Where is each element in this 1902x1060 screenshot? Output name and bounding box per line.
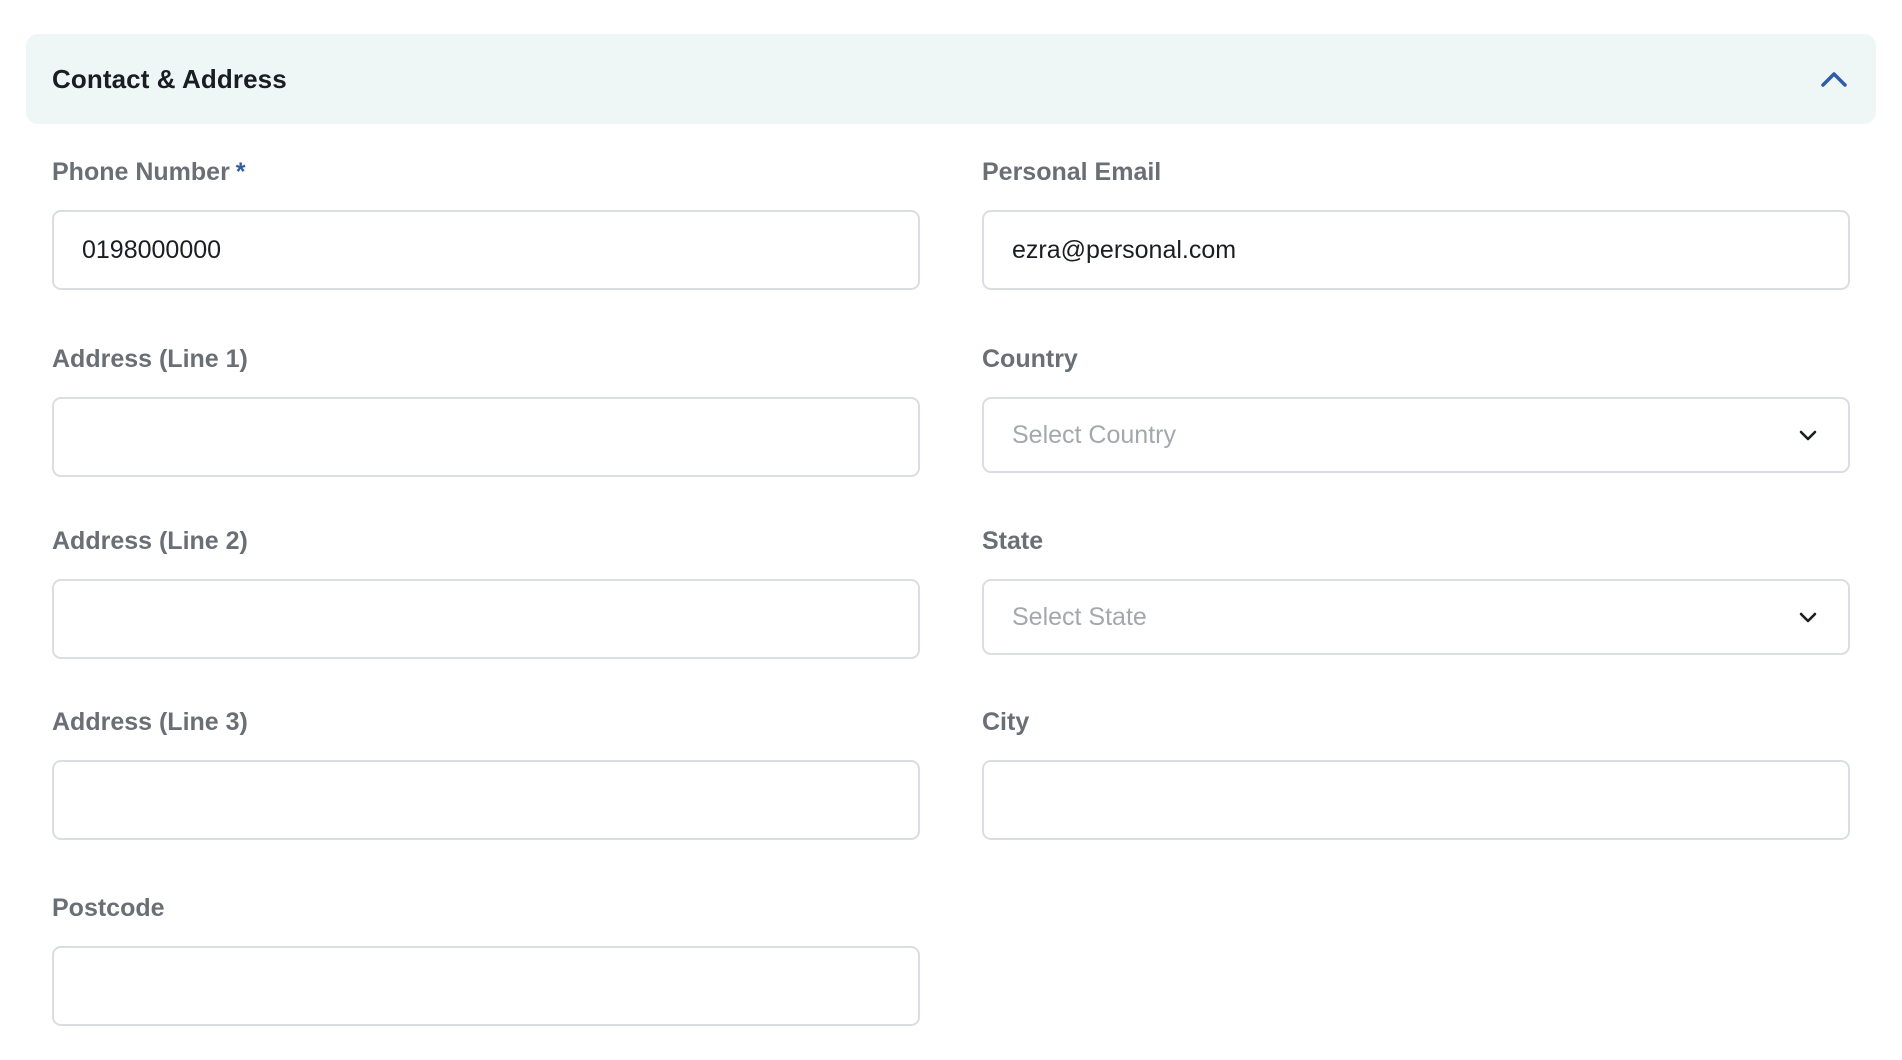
personal-email-input[interactable] xyxy=(982,210,1850,290)
country-select[interactable]: Select Country xyxy=(982,397,1850,473)
phone-number-label: Phone Number * xyxy=(52,156,920,188)
address-line1-input[interactable] xyxy=(52,397,920,477)
phone-number-label-text: Phone Number xyxy=(52,158,230,186)
phone-number-field: Phone Number * xyxy=(52,156,920,290)
state-select-placeholder: Select State xyxy=(1012,602,1147,631)
country-label: Country xyxy=(982,345,1078,373)
address-line1-label: Address (Line 1) xyxy=(52,345,248,373)
postcode-input[interactable] xyxy=(52,946,920,1026)
address-line3-input[interactable] xyxy=(52,760,920,840)
address-line2-field: Address (Line 2) xyxy=(52,525,920,659)
address-line3-field: Address (Line 3) xyxy=(52,706,920,840)
state-select[interactable]: Select State xyxy=(982,579,1850,655)
city-input[interactable] xyxy=(982,760,1850,840)
chevron-up-icon[interactable] xyxy=(1818,63,1850,95)
personal-email-field: Personal Email xyxy=(982,156,1850,290)
address-line2-label: Address (Line 2) xyxy=(52,527,248,555)
section-title: Contact & Address xyxy=(52,63,287,94)
city-field: City xyxy=(982,706,1850,840)
state-label: State xyxy=(982,527,1044,555)
address-line2-input[interactable] xyxy=(52,579,920,659)
phone-number-input[interactable] xyxy=(52,210,920,290)
country-select-placeholder: Select Country xyxy=(1012,420,1176,449)
country-field: Country Select Country xyxy=(982,343,1850,473)
postcode-label: Postcode xyxy=(52,894,165,922)
city-label: City xyxy=(982,708,1030,736)
address-line1-field: Address (Line 1) xyxy=(52,343,920,477)
section-header-contact-address[interactable]: Contact & Address xyxy=(26,34,1876,124)
state-field: State Select State xyxy=(982,525,1850,655)
required-mark: * xyxy=(235,158,246,186)
address-line3-label: Address (Line 3) xyxy=(52,708,248,736)
chevron-down-icon xyxy=(1796,605,1820,629)
chevron-down-icon xyxy=(1796,423,1820,447)
personal-email-label: Personal Email xyxy=(982,158,1162,186)
postcode-field: Postcode xyxy=(52,892,920,1026)
